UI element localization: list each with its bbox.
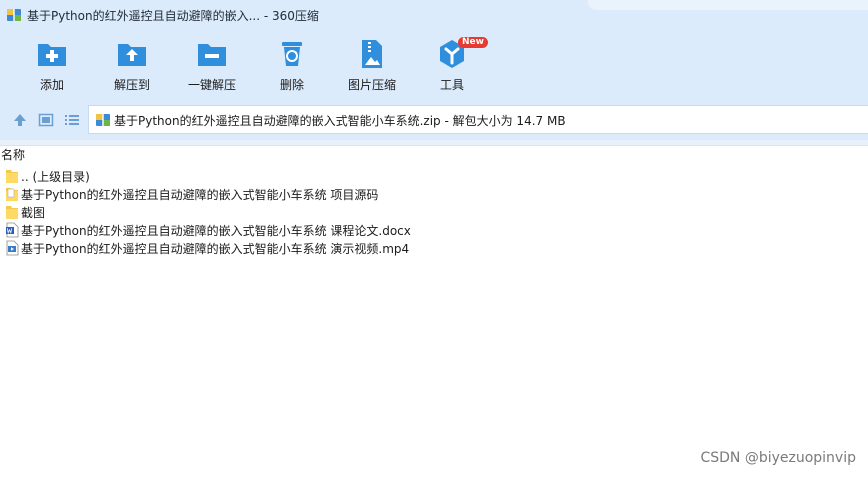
trash-recycle-icon bbox=[282, 42, 302, 66]
path-text: 基于Python的红外遥控且自动避障的嵌入式智能小车系统.zip - 解包大小为… bbox=[114, 114, 566, 128]
divider bbox=[0, 140, 868, 146]
tools-button-label: 工具 bbox=[439, 78, 464, 92]
folder-icon bbox=[6, 170, 18, 183]
item-name: 截图 bbox=[21, 205, 46, 220]
tools-button[interactable]: New 工具 bbox=[412, 37, 492, 98]
watermark: CSDN @biyezuopinvip bbox=[700, 450, 856, 466]
window-title: 基于Python的红外遥控且自动避障的嵌入... - 360压缩 bbox=[27, 9, 319, 23]
folder-extract-icon bbox=[118, 44, 146, 66]
folder-plus-icon bbox=[38, 44, 66, 66]
one-click-extract-button-label: 一键解压 bbox=[187, 78, 236, 92]
address-bar: 基于Python的红外遥控且自动避障的嵌入式智能小车系统.zip - 解包大小为… bbox=[0, 100, 868, 140]
list-item[interactable]: 基于Python的红外遥控且自动避障的嵌入式智能小车系统 项目源码 bbox=[0, 185, 868, 203]
list-item[interactable]: 截图 bbox=[0, 203, 868, 221]
list-item[interactable]: 基于Python的红外遥控且自动避障的嵌入式智能小车系统 演示视频.mp4 bbox=[0, 239, 868, 257]
detail-view-icon[interactable] bbox=[38, 112, 54, 128]
new-badge: New bbox=[458, 37, 488, 48]
title-bar: 基于Python的红外遥控且自动避障的嵌入... - 360压缩 bbox=[0, 0, 868, 30]
app-logo-icon bbox=[7, 9, 21, 21]
column-header-name[interactable]: 名称 bbox=[0, 146, 25, 163]
extract-to-button-label: 解压到 bbox=[113, 78, 150, 92]
item-name: 基于Python的红外遥控且自动避障的嵌入式智能小车系统 课程论文.docx bbox=[21, 223, 411, 238]
list-item[interactable]: .. (上级目录) bbox=[0, 167, 868, 185]
item-name: 基于Python的红外遥控且自动避障的嵌入式智能小车系统 项目源码 bbox=[21, 187, 379, 202]
one-click-extract-button[interactable]: 一键解压 bbox=[172, 38, 252, 98]
folder-minus-icon bbox=[198, 44, 226, 66]
add-button[interactable]: 添加 bbox=[12, 38, 92, 98]
delete-button-label: 删除 bbox=[279, 78, 304, 92]
file-list: .. (上级目录) 基于Python的红外遥控且自动避障的嵌入式智能小车系统 项… bbox=[0, 167, 868, 257]
up-arrow-icon[interactable] bbox=[12, 112, 28, 128]
path-field[interactable]: 基于Python的红外遥控且自动避障的嵌入式智能小车系统.zip - 解包大小为… bbox=[88, 105, 868, 134]
list-item[interactable]: 基于Python的红外遥控且自动避障的嵌入式智能小车系统 课程论文.docx bbox=[0, 221, 868, 239]
image-compress-button[interactable]: 图片压缩 bbox=[332, 38, 412, 98]
item-name: .. (上级目录) bbox=[21, 169, 90, 184]
folder-doc-icon bbox=[6, 188, 18, 201]
add-button-label: 添加 bbox=[39, 78, 64, 92]
word-doc-icon bbox=[6, 222, 19, 238]
video-file-icon bbox=[6, 240, 19, 256]
zip-archive-icon bbox=[96, 114, 110, 126]
delete-button[interactable]: 删除 bbox=[252, 38, 332, 98]
extract-to-button[interactable]: 解压到 bbox=[92, 38, 172, 98]
list-view-icon[interactable] bbox=[64, 112, 80, 128]
title-bar-corner bbox=[588, 0, 868, 10]
toolbar: 添加 解压到 一键解压 删除 图片压缩 New 工具 bbox=[0, 30, 868, 100]
image-compress-button-label: 图片压缩 bbox=[347, 78, 396, 92]
folder-icon bbox=[6, 206, 18, 219]
image-zip-icon bbox=[362, 40, 382, 68]
item-name: 基于Python的红外遥控且自动避障的嵌入式智能小车系统 演示视频.mp4 bbox=[21, 241, 410, 256]
